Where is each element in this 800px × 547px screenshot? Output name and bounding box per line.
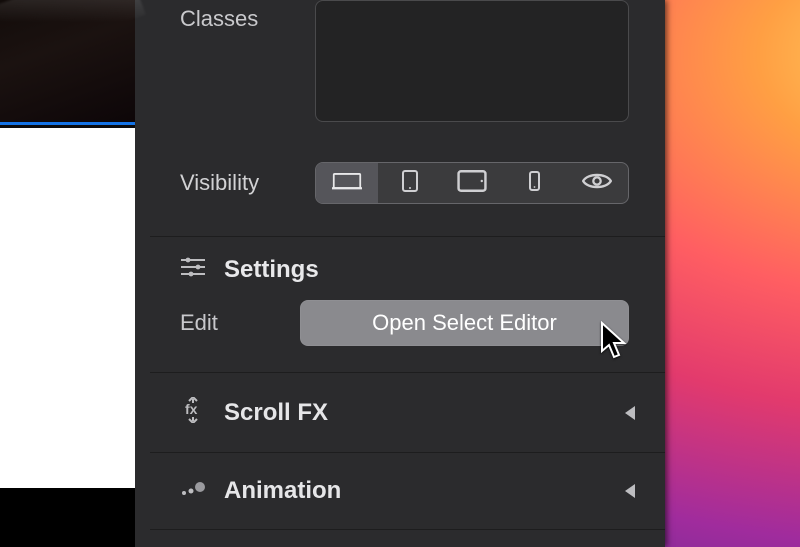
canvas-preview-dark [0,488,135,547]
visibility-option-mobile[interactable] [503,163,565,203]
animation-section-header[interactable]: Animation [150,453,665,529]
inspector-panel: Classes Visibility [0,0,665,547]
sliders-icon [180,255,206,284]
visibility-option-desktop[interactable] [316,163,378,203]
scroll-fx-title: Scroll FX [224,399,328,427]
tablet-portrait-icon [457,170,487,197]
settings-title: Settings [224,256,319,284]
eye-icon [582,170,612,197]
edit-label: Edit [180,310,300,336]
settings-section-header[interactable]: Settings [150,237,665,296]
animation-icon [180,479,208,504]
collapse-chevron-icon [625,406,635,420]
visibility-option-tablet-landscape[interactable] [378,163,440,203]
desktop-icon [332,170,362,197]
visibility-option-visible[interactable] [566,163,628,203]
visibility-option-tablet-portrait[interactable] [441,163,503,203]
svg-text:fx: fx [185,401,198,417]
visibility-segmented-control [315,162,629,204]
tablet-landscape-icon [402,170,418,197]
classes-label: Classes [180,0,315,32]
visibility-row: Visibility [150,162,665,204]
mobile-icon [529,171,540,196]
classes-input[interactable] [315,0,629,122]
edit-row: Edit Open Select Editor [150,296,665,372]
canvas-preview-strip [0,0,135,547]
visibility-label: Visibility [180,170,315,196]
collapse-chevron-icon [625,484,635,498]
canvas-preview-page[interactable] [0,128,135,488]
scroll-fx-icon: fx [180,397,206,428]
next-section-header-partial[interactable] [150,530,665,547]
open-select-editor-button[interactable]: Open Select Editor [300,300,629,346]
canvas-preview-selected[interactable] [0,0,135,125]
inspector-column: Classes Visibility [150,0,665,547]
scroll-fx-section-header[interactable]: fx Scroll FX [150,373,665,452]
classes-row: Classes [150,0,665,122]
animation-title: Animation [224,477,341,505]
